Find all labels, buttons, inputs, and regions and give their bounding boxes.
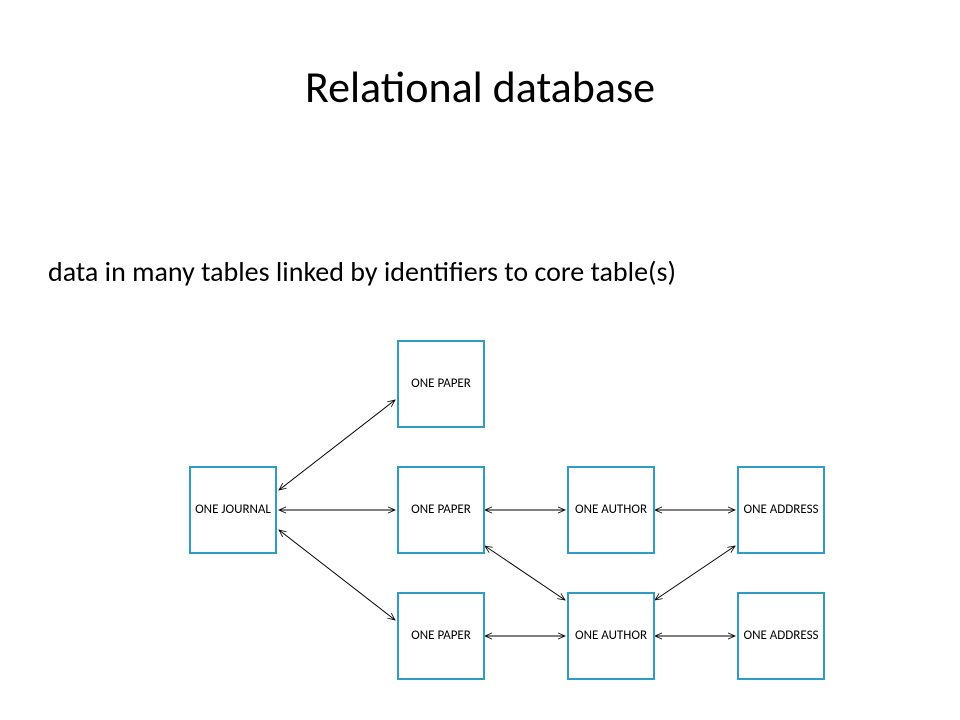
- slide-title: Relational database: [0, 60, 960, 114]
- node-author-2: ONE AUTHOR: [567, 592, 655, 680]
- slide: Relational database data in many tables …: [0, 0, 960, 720]
- node-address-2: ONE ADDRESS: [737, 592, 825, 680]
- node-paper-2: ONE PAPER: [397, 466, 485, 554]
- node-address-1: ONE ADDRESS: [737, 466, 825, 554]
- node-journal: ONE JOURNAL: [189, 466, 277, 554]
- node-paper-3: ONE PAPER: [397, 592, 485, 680]
- node-author-1: ONE AUTHOR: [567, 466, 655, 554]
- slide-subtitle: data in many tables linked by identifier…: [48, 254, 918, 289]
- node-paper-1: ONE PAPER: [397, 340, 485, 428]
